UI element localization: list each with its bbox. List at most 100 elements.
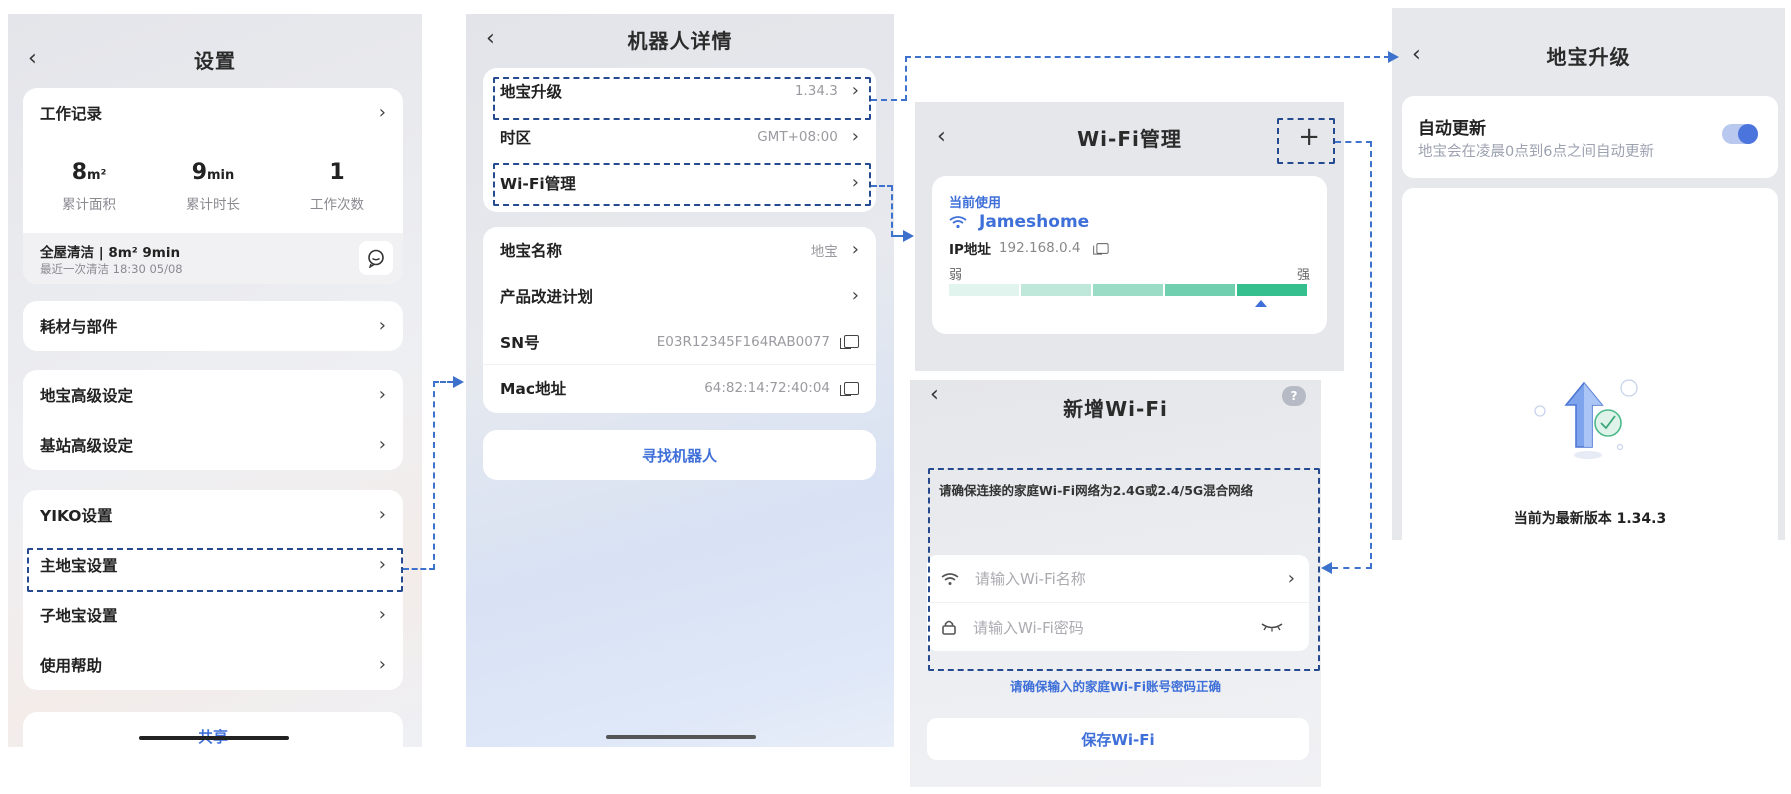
mac-row: Mac地址 64:82:14:72:40:04 [483,365,876,411]
stat-count-value: 1 [329,160,345,185]
signal-segment [949,284,1019,296]
share-card[interactable]: 共享 [23,712,403,747]
signal-segment [1093,284,1163,296]
chevron-right-icon: › [378,434,386,455]
connector-line [433,381,453,383]
page-title: 机器人详情 [627,28,733,53]
work-record-card: 工作记录 › 8m² 累计面积 9min 累计时长 1 工作次数 全屋清洁 | … [23,88,403,284]
yiko-row[interactable]: YIKO设置 › [23,490,403,540]
home-indicator [139,736,289,740]
highlight-main-robot [27,548,403,592]
sn-label: SN号 [500,333,540,352]
highlight-add-wifi [1277,118,1335,164]
advanced-card: 地宝高级设定 › 基站高级设定 › [23,370,403,470]
ssid-row: Jameshome [949,212,1089,232]
connector-line [871,185,893,187]
arrow-left-icon [1321,562,1332,574]
improve-plan-label: 产品改进计划 [500,288,594,306]
signal-indicator-icon [1255,300,1267,307]
back-icon[interactable]: ‹ [1412,44,1421,66]
sn-row: SN号 E03R12345F164RAB0077 [483,319,876,365]
last-clean-title: 全屋清洁 | 8m² 9min [40,245,181,261]
highlight-upgrade [493,77,871,120]
signal-strength-bar [949,284,1307,296]
version-card: 当前为最新版本 1.34.3 [1402,188,1778,540]
chevron-right-icon: › [378,315,386,336]
sub-robot-row[interactable]: 子地宝设置 › [23,590,403,640]
ip-row: IP地址 192.168.0.4 [949,238,1110,258]
copy-icon[interactable] [840,381,859,396]
signal-strong-label: 强 [1296,268,1310,283]
add-wifi-navbar: ‹ 新增Wi-Fi ? [910,384,1321,421]
settings-navbar: ‹ 设置 [8,44,422,74]
page-title: 设置 [194,48,236,73]
stat-area: 8m² 累计面积 [29,160,149,213]
back-icon[interactable]: ‹ [28,48,37,70]
timezone-row[interactable]: 时区 GMT+08:00 › [483,114,876,160]
copy-icon[interactable] [1092,242,1109,254]
find-robot-card[interactable]: 寻找机器人 [483,430,876,480]
ip-label: IP地址 [949,242,991,258]
back-icon[interactable]: ‹ [937,126,946,148]
yiko-label: YIKO设置 [40,507,113,525]
back-icon[interactable]: ‹ [486,28,495,50]
chat-icon[interactable] [359,241,393,275]
base-station-label: 基站高级设定 [40,437,134,455]
password-hint: 请确保输入的家庭Wi-Fi账号密码正确 [1009,679,1222,694]
connector-line [891,235,903,237]
work-record-label: 工作记录 [40,105,103,123]
last-clean-row[interactable]: 全屋清洁 | 8m² 9min 最近一次清洁 18:30 05/08 [23,233,403,284]
timezone-value: GMT+08:00 [757,129,838,145]
ip-value: 192.168.0.4 [998,240,1081,256]
help-icon[interactable]: ? [1282,386,1306,406]
auto-update-card: 自动更新 地宝会在凌晨0点到6点之间自动更新 [1402,96,1778,178]
arrow-right-icon [1388,51,1399,63]
connector-line [433,381,435,570]
settings-screen: ‹ 设置 工作记录 › 8m² 累计面积 9min 累计时长 1 工作次数 全屋… [8,14,422,747]
improve-plan-row[interactable]: 产品改进计划 › [483,273,876,319]
stat-duration: 9min 累计时长 [153,160,273,213]
chevron-right-icon: › [378,604,386,625]
chevron-right-icon: › [378,102,386,123]
mac-value: 64:82:14:72:40:04 [704,380,830,396]
upgrade-screen: ‹ 地宝升级 自动更新 地宝会在凌晨0点到6点之间自动更新 当前为最新版本 1.… [1392,8,1785,540]
base-station-row[interactable]: 基站高级设定 › [23,420,403,470]
save-wifi-button[interactable]: 保存Wi-Fi [927,729,1309,750]
stat-area-caption: 累计面积 [62,197,116,213]
consumables-row[interactable]: 耗材与部件 › [23,301,403,351]
highlight-wifi-form [928,468,1320,671]
robot-name-row[interactable]: 地宝名称 地宝 › [483,227,876,273]
upgrade-illustration-icon [1534,379,1638,459]
wifi-ssid: Jameshome [979,212,1090,232]
copy-icon[interactable] [840,335,859,349]
back-icon[interactable]: ‹ [930,384,939,406]
auto-update-toggle[interactable] [1722,124,1758,144]
stat-duration-unit: min [207,168,235,183]
chevron-right-icon: › [851,126,859,147]
page-title: 地宝升级 [1546,44,1631,69]
highlight-wifi-manage [493,163,871,206]
robot-name-value: 地宝 [810,244,838,260]
page-title: Wi-Fi管理 [1077,126,1182,151]
arrow-right-icon [453,376,464,388]
stat-count-caption: 工作次数 [310,197,364,213]
connector-line [871,99,907,101]
last-clean-time: 最近一次清洁 18:30 05/08 [40,262,183,276]
connector-line [403,568,435,570]
advanced-label: 地宝高级设定 [40,387,134,405]
advanced-row[interactable]: 地宝高级设定 › [23,370,403,420]
connector-line [1335,141,1372,143]
help-row[interactable]: 使用帮助 › [23,640,403,690]
save-wifi-card[interactable]: 保存Wi-Fi [927,718,1309,760]
chevron-right-icon: › [378,654,386,675]
home-indicator [606,735,756,739]
work-record-row[interactable]: 工作记录 › [23,88,403,138]
stat-count: 1 工作次数 [277,160,397,213]
chevron-right-icon: › [378,384,386,405]
auto-update-desc: 地宝会在凌晨0点到6点之间自动更新 [1418,144,1654,160]
arrow-right-icon [903,230,914,242]
find-robot-button[interactable]: 寻找机器人 [483,445,876,466]
details-card-2: 地宝名称 地宝 › 产品改进计划 › SN号 E03R12345F164RAB0… [483,227,876,413]
signal-segment [1237,284,1307,296]
connector-line [1370,141,1372,569]
